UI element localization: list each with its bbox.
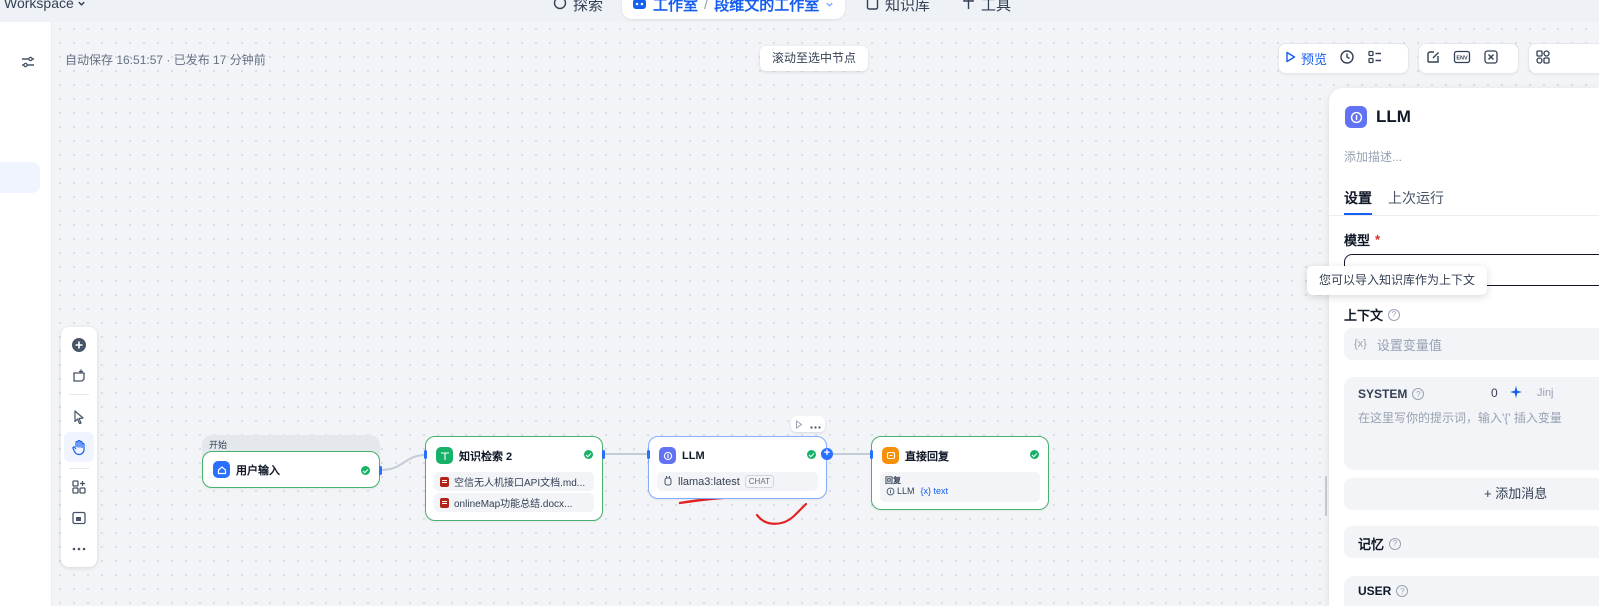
answer-var-ref: LLM {x} text	[886, 486, 948, 496]
llm-small-icon	[886, 487, 895, 495]
answer-icon	[882, 447, 899, 464]
answer-node-title: 直接回复	[905, 450, 949, 463]
token-count: 0	[1491, 386, 1498, 400]
llm-node-title: LLM	[682, 449, 705, 462]
panel-resize-handle[interactable]	[1325, 476, 1327, 516]
knowledge-node-header: 知识检索 2	[436, 447, 512, 464]
panel-title[interactable]: LLM	[1376, 107, 1411, 127]
add-message-button[interactable]: + 添加消息	[1344, 478, 1599, 510]
system-prompt-placeholder: 在这里写你的提示词，输入'{' 插入变量	[1358, 411, 1562, 425]
system-prompt-editor[interactable]: SYSTEM ? 0 Jinj 在这里写你的提示词，输入'{' 插入变量	[1344, 377, 1599, 470]
llm-node-header: LLM	[659, 447, 705, 464]
edge-start-knowledge	[380, 454, 427, 471]
node-settings-panel: LLM 添加描述... 设置 上次运行 模型 * 上下文 ? {x} 设置变量值…	[1329, 88, 1599, 606]
variable-icon: {x}	[1354, 338, 1367, 350]
run-node-icon[interactable]	[795, 417, 803, 432]
description-input[interactable]: 添加描述...	[1344, 148, 1402, 165]
node-more-icon[interactable]	[810, 417, 821, 432]
answer-node[interactable]: 直接回复 回复 LLM {x} text	[870, 436, 1049, 510]
dataset-name: onlineMap功能总结.docx...	[454, 499, 573, 510]
context-label-text: 上下文	[1344, 308, 1384, 323]
user-label: USER ?	[1358, 584, 1409, 598]
system-label: SYSTEM ?	[1358, 387, 1425, 401]
system-label-text: SYSTEM	[1358, 387, 1408, 401]
help-icon[interactable]: ?	[1396, 585, 1409, 597]
annotation-stroke	[755, 502, 808, 525]
user-label-text: USER	[1358, 584, 1392, 598]
memory-label-text: 记忆	[1358, 537, 1385, 552]
success-check-icon	[361, 466, 370, 475]
model-label-text: 模型	[1344, 233, 1371, 248]
dataset-item: 空信无人机接口API文档.md...	[434, 472, 594, 491]
output-port[interactable]	[379, 466, 382, 475]
context-placeholder: 设置变量值	[1376, 337, 1442, 353]
help-icon[interactable]: ?	[1412, 388, 1425, 400]
model-chip: llama3:latest CHAT	[657, 472, 818, 491]
help-icon[interactable]: ?	[1388, 308, 1401, 321]
tab-settings[interactable]: 设置	[1344, 188, 1372, 215]
answer-node-header: 直接回复	[882, 447, 949, 464]
context-label: 上下文 ?	[1344, 305, 1401, 324]
model-provider-icon	[663, 475, 673, 489]
llm-icon	[1345, 106, 1367, 128]
success-check-icon	[1030, 450, 1039, 459]
tab-divider	[1329, 215, 1599, 216]
home-icon	[213, 461, 230, 478]
answer-var-source: LLM	[897, 486, 915, 496]
dataset-name: 空信无人机接口API文档.md...	[454, 478, 586, 489]
success-check-icon	[807, 450, 816, 459]
start-group-label: 开始	[209, 440, 228, 450]
knowledge-node[interactable]: 知识检索 2 空信无人机接口API文档.md... onlineMap功能总结.…	[424, 436, 605, 521]
panel-tabs: 设置 上次运行	[1344, 188, 1444, 215]
llm-icon	[659, 447, 676, 464]
input-port[interactable]	[424, 450, 427, 459]
sparkle-icon[interactable]	[1509, 385, 1523, 402]
tab-last-run[interactable]: 上次运行	[1388, 188, 1444, 208]
success-check-icon	[584, 450, 593, 459]
panel-header: LLM	[1345, 106, 1411, 128]
context-tooltip: 您可以导入知识库作为上下文	[1307, 266, 1488, 295]
start-node[interactable]: 用户输入	[202, 451, 382, 488]
knowledge-node-title: 知识检索 2	[459, 450, 513, 463]
add-next-node-icon[interactable]: +	[821, 448, 833, 460]
model-name: llama3:latest	[678, 475, 740, 488]
jinja-toggle-label[interactable]: Jinj	[1537, 387, 1554, 399]
context-variable-select[interactable]: {x} 设置变量值	[1344, 328, 1599, 360]
model-label: 模型 *	[1344, 230, 1380, 249]
llm-node[interactable]: LLM + llama3:latest CHAT	[647, 436, 833, 499]
document-icon	[440, 497, 449, 508]
start-node-title: 用户输入	[236, 464, 280, 477]
answer-var-name: {x} text	[920, 486, 949, 496]
book-open-icon	[436, 447, 453, 464]
dataset-item: onlineMap功能总结.docx...	[434, 493, 594, 512]
document-icon	[440, 476, 449, 487]
input-port[interactable]	[647, 450, 650, 459]
start-node-header: 用户输入	[213, 461, 280, 478]
node-actions	[791, 416, 825, 432]
help-icon[interactable]: ?	[1389, 537, 1402, 550]
required-mark: *	[1375, 232, 1381, 247]
answer-body: 回复 LLM {x} text	[880, 472, 1040, 502]
input-port[interactable]	[870, 450, 873, 459]
memory-label: 记忆 ?	[1358, 534, 1402, 553]
model-mode-badge: CHAT	[744, 475, 774, 488]
output-port[interactable]	[602, 450, 605, 459]
answer-section-label: 回复	[885, 476, 901, 485]
